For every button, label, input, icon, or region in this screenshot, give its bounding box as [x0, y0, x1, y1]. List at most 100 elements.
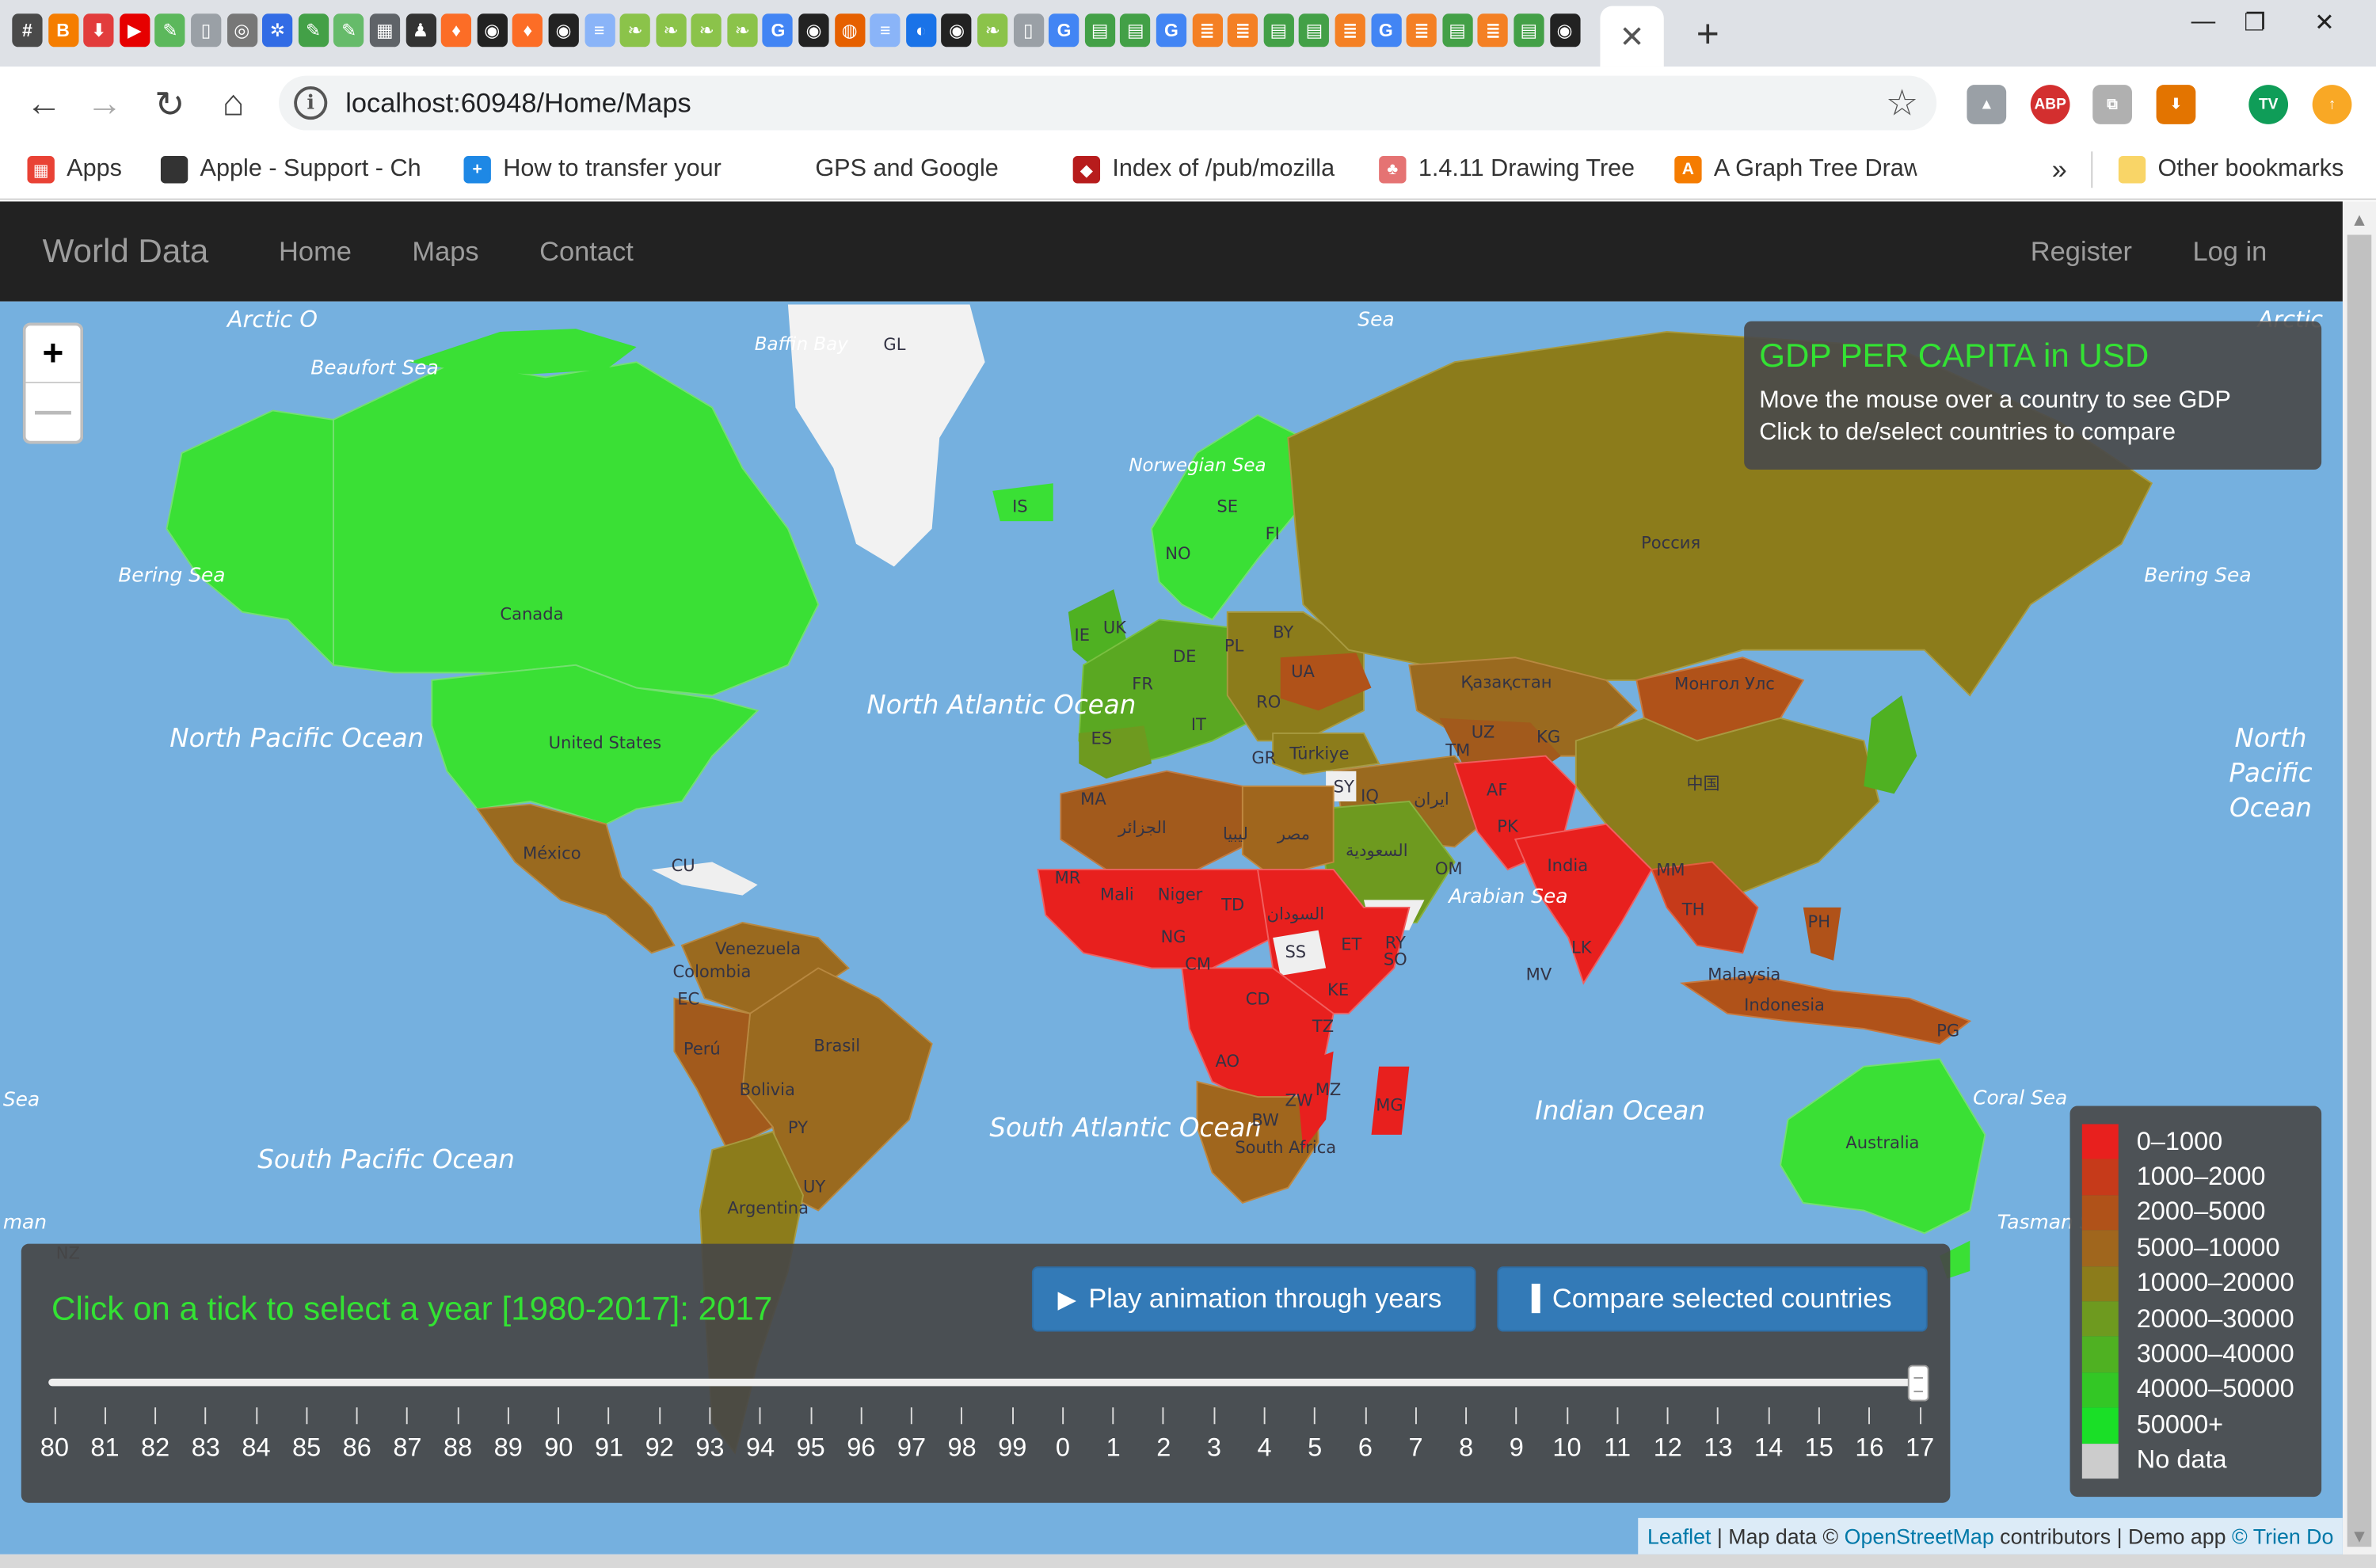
chart-icon[interactable]: ▤: [1441, 13, 1473, 48]
nav-register[interactable]: Register: [2031, 236, 2132, 268]
update-icon[interactable]: ↑: [2312, 85, 2352, 124]
grid-icon[interactable]: ▦: [369, 13, 400, 48]
nav-contact[interactable]: Contact: [539, 236, 634, 268]
stackoverflow-icon[interactable]: ≣: [1191, 13, 1223, 48]
close-tab-icon[interactable]: ✕: [1620, 17, 1645, 55]
forward-button[interactable]: →: [82, 82, 127, 127]
doc-icon[interactable]: ≡: [870, 13, 901, 48]
zoom-out-button[interactable]: —: [26, 383, 81, 441]
leaf-icon[interactable]: ❧: [977, 13, 1008, 48]
scroll-thumb[interactable]: [2347, 234, 2372, 1547]
country-label: MV: [1525, 965, 1552, 985]
address-bar[interactable]: i localhost:60948/Home/Maps ☆: [279, 75, 1937, 131]
compare-countries-button[interactable]: ▐ Compare selected countries: [1497, 1266, 1928, 1332]
blogger-icon[interactable]: B: [48, 13, 78, 48]
legend-swatch: [2081, 1265, 2119, 1302]
year-slider-track[interactable]: [48, 1378, 1922, 1387]
bookmark-mozilla-index[interactable]: ◆ Index of /pub/mozilla: [1072, 151, 1335, 188]
bookmark-apps[interactable]: ▦ Apps: [27, 151, 122, 188]
openstreetmap-link[interactable]: OpenStreetMap: [1845, 1524, 1994, 1549]
chart-icon[interactable]: ▤: [1084, 13, 1115, 48]
year-tick[interactable]: 17: [1890, 1407, 1951, 1463]
leaf-icon[interactable]: ❧: [727, 13, 758, 48]
gitlab-icon[interactable]: ♦: [441, 13, 472, 48]
google-icon[interactable]: G: [763, 13, 794, 48]
leaf-icon[interactable]: ✎: [298, 13, 329, 48]
scroll-down-arrow-icon[interactable]: ▼: [2343, 1518, 2376, 1555]
youtube-icon[interactable]: ▶: [119, 13, 150, 48]
url-text[interactable]: localhost:60948/Home/Maps: [345, 88, 691, 120]
github-icon[interactable]: ◉: [477, 13, 508, 48]
drive-icon[interactable]: ▲: [1967, 85, 2007, 124]
leaf-icon[interactable]: ❧: [655, 13, 687, 48]
hashtag-icon[interactable]: #: [12, 13, 43, 48]
google-icon[interactable]: G: [1156, 13, 1187, 48]
pdf-icon[interactable]: ⧉: [2092, 85, 2132, 124]
chart-icon[interactable]: ▤: [1299, 13, 1330, 48]
bookmarks-overflow-button[interactable]: »: [2052, 151, 2067, 188]
tux-icon[interactable]: ♟: [405, 13, 436, 48]
site-info-icon[interactable]: i: [294, 86, 328, 120]
leaflet-link[interactable]: Leaflet: [1647, 1524, 1711, 1549]
stackoverflow-icon[interactable]: ≣: [1406, 13, 1437, 48]
google-icon[interactable]: G: [1049, 13, 1079, 48]
adblock-icon[interactable]: ABP: [2030, 85, 2070, 124]
profile-avatar-icon[interactable]: TV: [2248, 85, 2289, 124]
other-bookmarks-folder[interactable]: Other bookmarks: [2118, 151, 2344, 188]
bookmark-drawing-trees[interactable]: ♣ 1.4.11 Drawing Trees: [1379, 151, 1634, 188]
home-button[interactable]: ⌂: [211, 82, 256, 127]
year-tick-mark: [204, 1407, 207, 1425]
leaf-icon[interactable]: ✎: [154, 13, 186, 48]
download-arrow-icon[interactable]: ⬇: [2156, 85, 2196, 124]
legend-row: 30000–40000: [2081, 1336, 2309, 1372]
download-icon[interactable]: ⬇: [83, 13, 114, 48]
reload-button[interactable]: ↻: [147, 82, 192, 127]
scroll-up-arrow-icon[interactable]: ▲: [2343, 201, 2376, 238]
close-window-button[interactable]: ✕: [2294, 0, 2355, 45]
bookmark-star-icon[interactable]: ☆: [1886, 82, 1918, 125]
chart-icon[interactable]: ▤: [1263, 13, 1294, 48]
author-link[interactable]: © Trien Do: [2232, 1524, 2333, 1549]
leaf-icon[interactable]: ✎: [333, 13, 364, 48]
active-tab[interactable]: ✕: [1600, 6, 1664, 67]
bookmark-transfer[interactable]: + How to transfer your: [463, 151, 722, 188]
github-icon[interactable]: ◉: [798, 13, 829, 48]
github-icon[interactable]: ◉: [548, 13, 579, 48]
country-label: CM: [1185, 954, 1212, 975]
new-tab-button[interactable]: +: [1686, 9, 1729, 57]
play-animation-button[interactable]: ▶ Play animation through years: [1031, 1266, 1476, 1332]
legend-label: 5000–10000: [2136, 1232, 2280, 1262]
stackoverflow-icon[interactable]: ≣: [1335, 13, 1365, 48]
kubernetes-icon[interactable]: ✲: [262, 13, 293, 48]
doc-icon[interactable]: ≡: [584, 13, 615, 48]
world-map[interactable]: North Pacific Ocean North Atlantic Ocean…: [0, 301, 2343, 1555]
firefox-icon[interactable]: ◍: [834, 13, 865, 48]
github-icon[interactable]: ◉: [941, 13, 973, 48]
nav-home[interactable]: Home: [279, 236, 352, 268]
leaf-icon[interactable]: ❧: [619, 13, 650, 48]
zoom-in-button[interactable]: +: [25, 325, 81, 383]
page-icon[interactable]: ▯: [191, 13, 222, 48]
page-icon[interactable]: ▯: [1013, 13, 1044, 48]
restore-button[interactable]: ❐: [2225, 0, 2286, 45]
globe-icon[interactable]: ◐: [905, 13, 937, 48]
stackoverflow-icon[interactable]: ≣: [1478, 13, 1509, 48]
bookmark-gps-maps[interactable]: GPS and Google Map: [775, 151, 1003, 188]
bookmark-graph-tree[interactable]: A A Graph Tree Drawing: [1674, 151, 1917, 188]
gitlab-icon[interactable]: ♦: [512, 13, 543, 48]
bookmark-apple-support[interactable]: Apple - Support - Ch: [160, 151, 421, 188]
back-button[interactable]: ←: [21, 82, 67, 127]
google-icon[interactable]: G: [1370, 13, 1401, 48]
nav-maps[interactable]: Maps: [412, 236, 478, 268]
chart-icon[interactable]: ▤: [1120, 13, 1151, 48]
nav-login[interactable]: Log in: [2193, 236, 2267, 268]
brand-link[interactable]: World Data: [43, 232, 209, 272]
github-icon[interactable]: ◉: [1549, 13, 1580, 48]
page-scrollbar[interactable]: ▲ ▼: [2342, 201, 2376, 1555]
year-slider-handle[interactable]: [1907, 1364, 1929, 1402]
stackoverflow-icon[interactable]: ≣: [1228, 13, 1258, 48]
chart-icon[interactable]: ▤: [1514, 13, 1544, 48]
year-tick-mark: [1011, 1407, 1014, 1425]
chrome-icon[interactable]: ◎: [227, 13, 257, 48]
leaf-icon[interactable]: ❧: [691, 13, 722, 48]
